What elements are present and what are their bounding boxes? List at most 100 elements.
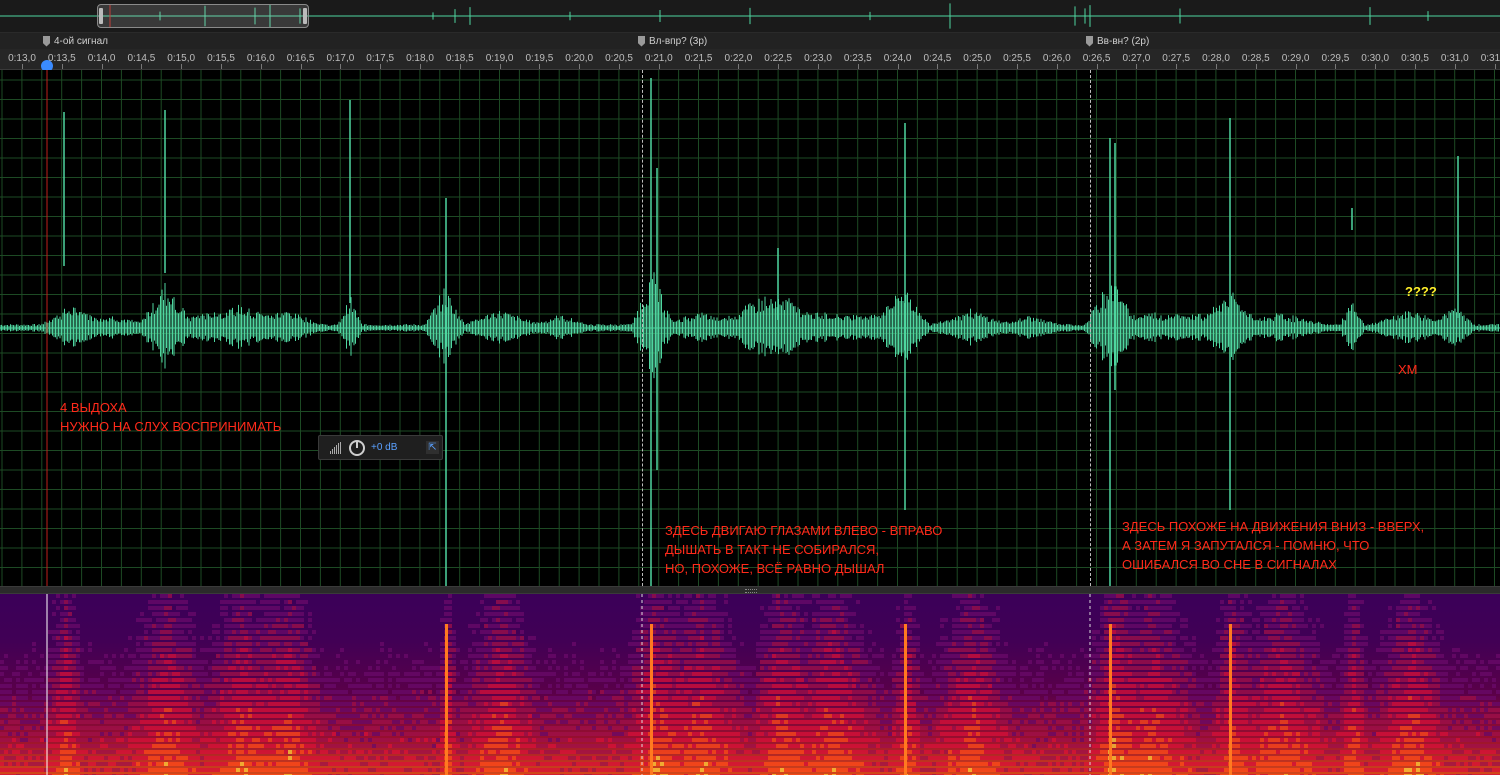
marker-flag-icon — [1086, 35, 1093, 47]
ruler-tick — [1375, 64, 1377, 69]
ruler-tick-label: 0:17,5 — [366, 53, 395, 64]
marker-line-up-down — [1090, 70, 1091, 586]
ruler-tick — [459, 64, 461, 69]
ruler-tick-label: 0:31,5 — [1480, 53, 1500, 64]
annotation-line: ЗДЕСЬ ДВИГАЮ ГЛАЗАМИ ВЛЕВО - ВПРАВО — [665, 523, 943, 538]
annotation-line: ОШИБАЛСЯ ВО СНЕ В СИГНАЛАХ — [1122, 557, 1337, 572]
ruler-tick-label: 0:22,0 — [724, 53, 753, 64]
marker-up-down[interactable]: Вв-вн? (2р) — [1086, 33, 1149, 49]
ruler-tick-label: 0:19,0 — [485, 53, 514, 64]
annotation-four-exhales: 4 ВЫДОХА НУЖНО НА СЛУХ ВОСПРИНИМАТЬ — [60, 398, 281, 436]
ruler-tick — [1454, 64, 1456, 69]
annotation-line: НО, ПОХОЖЕ, ВСЁ РАВНО ДЫШАЛ — [665, 561, 885, 576]
ruler-tick-label: 0:25,0 — [963, 53, 992, 64]
ruler-tick — [300, 64, 302, 69]
viewport-left-grip[interactable] — [99, 8, 103, 24]
ruler-tick-label: 0:17,0 — [326, 53, 355, 64]
ruler-tick-label: 0:29,0 — [1281, 53, 1310, 64]
ruler-tick-label: 0:15,5 — [207, 53, 235, 64]
ruler-tick — [260, 64, 262, 69]
marker-4th-signal[interactable]: 4-ой сигнал — [43, 33, 108, 49]
waveform-graphic — [0, 70, 1500, 586]
viewport-right-grip[interactable] — [303, 8, 307, 24]
annotation-line: ДЫШАТЬ В ТАКТ НЕ СОБИРАЛСЯ, — [665, 542, 879, 557]
overview-viewport-handle[interactable] — [97, 4, 309, 28]
ruler-tick-label: 0:18,5 — [445, 53, 474, 64]
ruler-tick — [420, 64, 421, 69]
ruler-tick — [1017, 64, 1018, 69]
ruler-tick-label: 0:23,5 — [843, 53, 872, 64]
annotation-line: ЗДЕСЬ ПОХОЖЕ НА ДВИЖЕНИЯ ВНИЗ - ВВЕРХ, — [1122, 519, 1425, 534]
annotation-question-marks: ???? — [1405, 284, 1437, 299]
hud-gain-control[interactable]: +0 dB ⇱ — [318, 435, 443, 460]
ruler-tick — [539, 64, 541, 69]
marker-left-right[interactable]: Вл-впр? (3р) — [638, 33, 707, 49]
ruler-tick-label: 0:13,0 — [8, 53, 36, 64]
ruler-tick — [738, 64, 740, 69]
marker-label: Вв-вн? (2р) — [1097, 35, 1150, 47]
ruler-tick — [897, 64, 899, 69]
panel-splitter[interactable] — [0, 586, 1500, 594]
overview-strip[interactable] — [0, 0, 1500, 33]
pin-icon[interactable]: ⇱ — [426, 441, 439, 454]
ruler-tick — [1096, 64, 1098, 69]
ruler-tick — [221, 64, 222, 69]
ruler-tick-label: 0:20,5 — [605, 53, 633, 64]
ruler-tick — [1494, 64, 1496, 69]
ruler-tick — [698, 64, 700, 69]
marker-bar: 4-ой сигнал Вл-впр? (3р) Вв-вн? (2р) — [0, 33, 1500, 49]
ruler-tick — [1255, 64, 1257, 69]
ruler-tick-label: 0:23,0 — [804, 53, 832, 64]
ruler-tick-label: 0:29,5 — [1321, 53, 1350, 64]
marker-label: Вл-впр? (3р) — [649, 35, 708, 47]
ruler-tick-label: 0:15,0 — [167, 53, 196, 64]
ruler-tick — [1136, 64, 1138, 69]
ruler-tick-label: 0:21,5 — [684, 53, 713, 64]
ruler-tick — [380, 64, 382, 69]
annotation-up-down: ЗДЕСЬ ПОХОЖЕ НА ДВИЖЕНИЯ ВНИЗ - ВВЕРХ, А… — [1122, 517, 1424, 574]
ruler-tick — [818, 64, 819, 69]
waveform-panel[interactable]: 4 ВЫДОХА НУЖНО НА СЛУХ ВОСПРИНИМАТЬ ЗДЕС… — [0, 70, 1500, 586]
spectrogram-panel[interactable] — [0, 594, 1500, 775]
ruler-tick — [937, 64, 939, 69]
annotation-eyes-left-right: ЗДЕСЬ ДВИГАЮ ГЛАЗАМИ ВЛЕВО - ВПРАВО ДЫША… — [665, 521, 942, 578]
ruler-tick — [579, 64, 581, 69]
ruler-tick-label: 0:21,0 — [644, 53, 673, 64]
ruler-tick-label: 0:14,0 — [87, 53, 116, 64]
ruler-tick — [1216, 64, 1217, 69]
ruler-tick — [857, 64, 859, 69]
gain-value: +0 dB — [371, 442, 398, 453]
ruler-tick — [22, 64, 23, 69]
ruler-tick-label: 0:24,5 — [923, 53, 952, 64]
annotation-line: НУЖНО НА СЛУХ ВОСПРИНИМАТЬ — [60, 419, 282, 434]
ruler-tick-label: 0:26,0 — [1042, 53, 1071, 64]
annotation-line: 4 ВЫДОХА — [60, 400, 127, 415]
ruler-tick — [141, 64, 143, 69]
splitter-grip-icon[interactable] — [745, 589, 757, 593]
ruler-tick-label: 0:31,0 — [1440, 53, 1469, 64]
ruler-tick — [1295, 64, 1297, 69]
ruler-tick — [1176, 64, 1178, 69]
marker-flag-icon — [43, 35, 50, 47]
ruler-tick-label: 0:22,5 — [764, 53, 793, 64]
gain-knob-icon[interactable] — [349, 439, 365, 456]
ruler-tick-label: 0:19,5 — [525, 53, 554, 64]
ruler-tick-label: 0:28,0 — [1202, 53, 1230, 64]
ruler-tick — [619, 64, 620, 69]
ruler-tick-label: 0:25,5 — [1003, 53, 1031, 64]
ruler-tick-label: 0:26,5 — [1082, 53, 1111, 64]
ruler-tick-label: 0:27,0 — [1122, 53, 1151, 64]
time-ruler[interactable]: 0:13,0 0:13,5 0:14,0 0:14,5 0:15,0 0:15,5 0:16… — [0, 49, 1500, 70]
ruler-tick — [340, 64, 342, 69]
ruler-tick-label: 0:16,0 — [246, 53, 275, 64]
ruler-tick — [977, 64, 979, 69]
marker-label: 4-ой сигнал — [54, 35, 108, 47]
ruler-tick-label: 0:24,0 — [883, 53, 912, 64]
ruler-tick-label: 0:14,5 — [127, 53, 156, 64]
ruler-tick — [499, 64, 501, 69]
annotation-hm: ХМ — [1398, 362, 1418, 377]
ruler-tick — [1335, 64, 1337, 69]
ruler-tick-label: 0:28,5 — [1241, 53, 1270, 64]
ruler-tick-label: 0:18,0 — [406, 53, 434, 64]
ruler-tick-label: 0:30,0 — [1361, 53, 1390, 64]
